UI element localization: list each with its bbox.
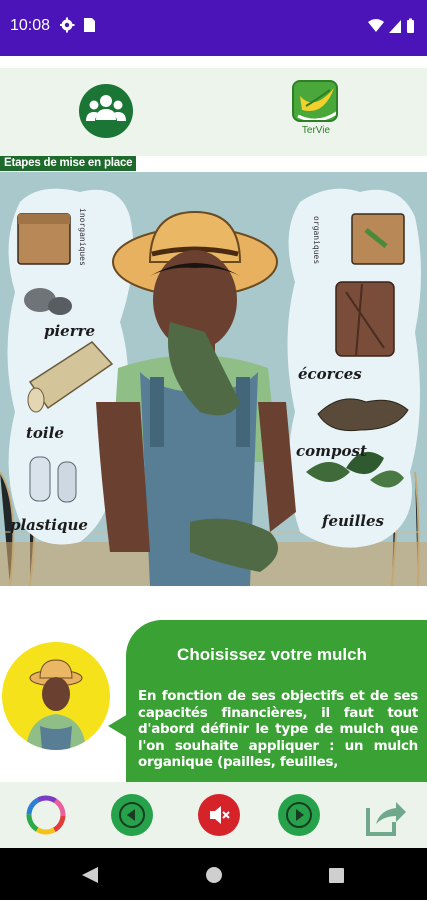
bark-icon (335, 281, 395, 357)
color-wheel-icon (26, 795, 66, 835)
previous-button[interactable] (111, 794, 153, 836)
bubble-text: En fonction de ses objectifs et de ses c… (138, 688, 418, 770)
section-label: Etapes de mise en place (0, 156, 137, 171)
toolbar (0, 782, 427, 848)
paper-bag-icon (17, 213, 71, 265)
bubble-tail (108, 714, 128, 738)
home-circle-icon[interactable] (206, 867, 222, 883)
item-label-ecorces: écorces (298, 365, 362, 383)
gear-icon (59, 17, 75, 33)
status-bar: 10:08 (0, 0, 427, 56)
right-cloud-title: organiques (312, 216, 321, 265)
next-button[interactable] (278, 794, 320, 836)
color-wheel-button[interactable] (25, 794, 67, 836)
back-triangle-icon[interactable] (82, 867, 98, 883)
speech-bubble: Choisissez votre mulch En fonction de se… (126, 620, 427, 782)
previous-icon (119, 802, 145, 828)
tervie-logo[interactable]: TerVie (292, 80, 340, 142)
leaf-logo-icon (292, 80, 338, 122)
paper-bag-icon (351, 213, 405, 265)
sim-card-icon (84, 18, 95, 32)
avatar (2, 642, 110, 750)
item-label-pierre: pierre (44, 322, 96, 340)
item-label-feuilles: feuilles (322, 512, 384, 530)
status-time: 10:08 (10, 17, 51, 34)
group-button[interactable] (79, 84, 133, 138)
nav-bar (0, 848, 427, 900)
share-icon (366, 802, 406, 836)
bubble-title: Choisissez votre mulch (177, 645, 367, 664)
left-cloud-title: inorganiques (78, 208, 87, 266)
battery-icon (407, 20, 414, 33)
logo-text: TerVie (301, 125, 331, 136)
mute-button[interactable] (198, 794, 240, 836)
item-label-plastique: plastique (10, 516, 88, 534)
app-header: TerVie (0, 68, 427, 156)
next-icon (286, 802, 312, 828)
cellular-signal-icon (389, 20, 401, 33)
recents-square-icon[interactable] (329, 868, 344, 883)
item-label-compost: compost (296, 442, 367, 460)
item-label-toile: toile (26, 424, 64, 442)
mulch-illustration: inorganiques organiques pierre toile pla… (0, 172, 427, 586)
mute-icon (210, 806, 230, 824)
wifi-icon (368, 19, 384, 32)
dialog-area: Choisissez votre mulch En fonction de se… (0, 586, 427, 782)
status-left-icons (59, 17, 100, 38)
status-right-icons (367, 18, 417, 39)
group-icon (86, 95, 126, 121)
share-button[interactable] (362, 794, 406, 836)
